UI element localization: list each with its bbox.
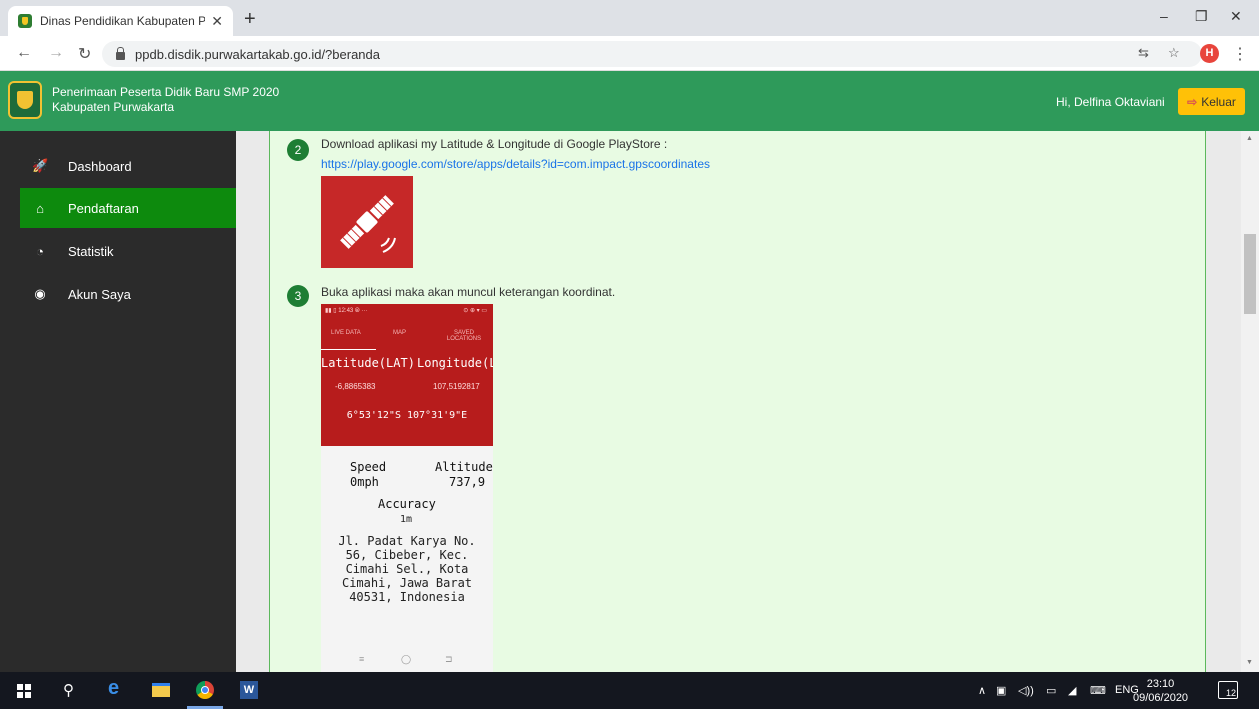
file-explorer-icon[interactable] (152, 683, 170, 697)
app-icon-image (321, 176, 413, 268)
step2-text: Download aplikasi my Latitude & Longitud… (321, 137, 668, 151)
phone-address: Jl. Padat Karya No. 56, Cibeber, Kec. Ci… (338, 534, 476, 604)
step-number-3: 3 (287, 285, 309, 307)
phone-coordinate-panel: ▮▮ ▯ 12:43 ⦾ ··· ⊙ ⊕ ▾ ▭ LIVE DATA MAP S… (321, 304, 493, 446)
app-title-line2: Kabupaten Purwakarta (52, 100, 175, 114)
rocket-icon: 🚀 (32, 158, 49, 173)
phone-lon-label: Longitude(LON (417, 356, 493, 370)
clock-date: 09/06/2020 (1133, 692, 1189, 704)
browser-tab[interactable]: Dinas Pendidikan Kabupaten Pur ✕ (8, 6, 233, 36)
instruction-panel: 2 Download aplikasi my Latitude & Longit… (269, 131, 1206, 672)
network-tray-icon[interactable]: ▣ (996, 684, 1006, 697)
phone-status-right: ⊙ ⊕ ▾ ▭ (463, 308, 487, 314)
user-icon: ◉ (34, 286, 46, 301)
word-icon[interactable]: W (240, 681, 258, 699)
phone-status-left: ▮▮ ▯ 12:43 ⦾ ··· (325, 308, 368, 314)
lock-icon (116, 47, 125, 60)
reload-icon[interactable]: ↻ (78, 44, 91, 64)
clock-time: 23:10 (1146, 678, 1175, 690)
user-greeting: Hi, Delfina Oktaviani (1056, 95, 1165, 109)
system-clock[interactable]: 23:10 09/06/2020 (1133, 677, 1188, 705)
translate-icon[interactable]: ⇆ (1138, 45, 1149, 61)
phone-altitude-value: 737,9 (449, 475, 486, 489)
phone-screenshot: ▮▮ ▯ 12:43 ⦾ ··· ⊙ ⊕ ▾ ▭ LIVE DATA MAP S… (321, 304, 493, 672)
phone-lat-label: Latitude(LAT) (321, 356, 415, 370)
search-icon[interactable]: ⚲ (63, 681, 74, 699)
phone-accuracy-value: 1m (400, 514, 413, 525)
phone-dms-coordinates: 6°53'12"S 107°31'9"E (346, 410, 468, 421)
scroll-up-icon[interactable]: ▲ (1246, 135, 1253, 142)
phone-tab-live-data: LIVE DATA (331, 330, 361, 336)
pie-chart-icon: ◔ (36, 243, 44, 259)
app-header: Penerimaan Peserta Didik Baru SMP 2020 K… (0, 71, 1259, 131)
phone-lat-value: -6,8865383 (335, 382, 376, 391)
scrollbar-thumb[interactable] (1244, 234, 1256, 314)
step-number-2: 2 (287, 139, 309, 161)
keyboard-icon[interactable]: ⌨ (1090, 684, 1106, 697)
sidebar-item-label: Akun Saya (68, 286, 131, 302)
tab-close-icon[interactable]: ✕ (211, 13, 223, 30)
minimize-button[interactable]: – (1160, 8, 1168, 24)
notification-count: 12 (1225, 688, 1236, 698)
sidebar: 🚀 Dashboard ⌂ Pendaftaran ◔ Statistik ◉ … (0, 131, 249, 672)
tab-title: Dinas Pendidikan Kabupaten Pur (40, 14, 206, 28)
url-text: ppdb.disdik.purwakartakab.go.id/?beranda (135, 46, 381, 62)
sidebar-item-dashboard[interactable]: 🚀 Dashboard (20, 146, 248, 186)
battery-icon[interactable]: ▭ (1046, 684, 1056, 697)
edge-browser-icon[interactable]: e (108, 677, 119, 700)
forward-arrow-icon[interactable]: → (48, 44, 64, 62)
maximize-button[interactable]: ❐ (1195, 8, 1208, 25)
app-title-line1: Penerimaan Peserta Didik Baru SMP 2020 (52, 85, 280, 99)
phone-accuracy-label: Accuracy (378, 497, 436, 511)
phone-speed-value: 0mph (350, 475, 379, 489)
sidebar-item-statistik[interactable]: ◔ Statistik (20, 231, 248, 271)
sign-out-icon: ⇨ (1187, 94, 1198, 109)
logout-button[interactable]: ⇨ Keluar (1178, 88, 1245, 115)
phone-speed-label: Speed (350, 460, 387, 474)
sidebar-item-label: Pendaftaran (68, 200, 139, 216)
phone-back-icon: ⊐ (445, 654, 453, 664)
sidebar-item-label: Dashboard (68, 158, 132, 174)
close-window-button[interactable]: ✕ (1230, 8, 1242, 25)
sidebar-item-akun-saya[interactable]: ◉ Akun Saya (20, 274, 248, 314)
new-tab-button[interactable]: + (244, 8, 256, 31)
phone-menu-icon: ≡ (359, 654, 365, 664)
windows-taskbar: ⚲ e W ∧ ▣ ◁)) ▭ ◢ ⌨ ENG 23:10 09/06/2020… (0, 672, 1259, 709)
main-content: 2 Download aplikasi my Latitude & Longit… (236, 131, 1241, 672)
profile-avatar[interactable]: H (1200, 44, 1219, 63)
chrome-icon[interactable] (196, 681, 214, 699)
app-title: Penerimaan Peserta Didik Baru SMP 2020 K… (52, 85, 279, 115)
logout-label: Keluar (1201, 94, 1236, 109)
scroll-down-icon[interactable]: ▼ (1246, 659, 1253, 666)
sidebar-item-label: Statistik (68, 243, 114, 259)
page-scrollbar[interactable]: ▲ ▼ (1241, 131, 1259, 672)
browser-toolbar: ← → ↻ ppdb.disdik.purwakartakab.go.id/?b… (0, 36, 1259, 71)
browser-tab-strip: Dinas Pendidikan Kabupaten Pur ✕ + – ❐ ✕ (0, 0, 1259, 36)
step3-text: Buka aplikasi maka akan muncul keteranga… (321, 285, 616, 299)
phone-home-icon: ◯ (401, 654, 412, 664)
address-bar[interactable]: ppdb.disdik.purwakartakab.go.id/?beranda (102, 41, 1202, 67)
bookmark-star-icon[interactable]: ☆ (1168, 45, 1180, 61)
phone-tab-map: MAP (393, 330, 407, 336)
sidebar-item-pendaftaran[interactable]: ⌂ Pendaftaran (20, 188, 249, 228)
wifi-icon[interactable]: ◢ (1068, 684, 1076, 697)
volume-icon[interactable]: ◁)) (1018, 684, 1034, 697)
playstore-link[interactable]: https://play.google.com/store/apps/detai… (321, 157, 710, 171)
phone-altitude-label: Altitude (435, 460, 493, 474)
satellite-icon (340, 195, 396, 253)
purwakarta-logo (8, 81, 42, 119)
back-arrow-icon[interactable]: ← (16, 44, 32, 62)
browser-menu-icon[interactable]: ⋮ (1232, 44, 1248, 64)
notification-center-icon[interactable]: 12 (1218, 681, 1238, 699)
windows-start-icon[interactable] (17, 684, 31, 698)
home-icon: ⌂ (36, 200, 44, 216)
tray-overflow-icon[interactable]: ∧ (978, 684, 986, 697)
phone-tab-saved: SAVED LOCATIONS (446, 330, 482, 342)
phone-tab-indicator (321, 349, 376, 350)
site-favicon-icon (18, 14, 32, 28)
phone-lon-value: 107,5192817 (433, 382, 480, 391)
